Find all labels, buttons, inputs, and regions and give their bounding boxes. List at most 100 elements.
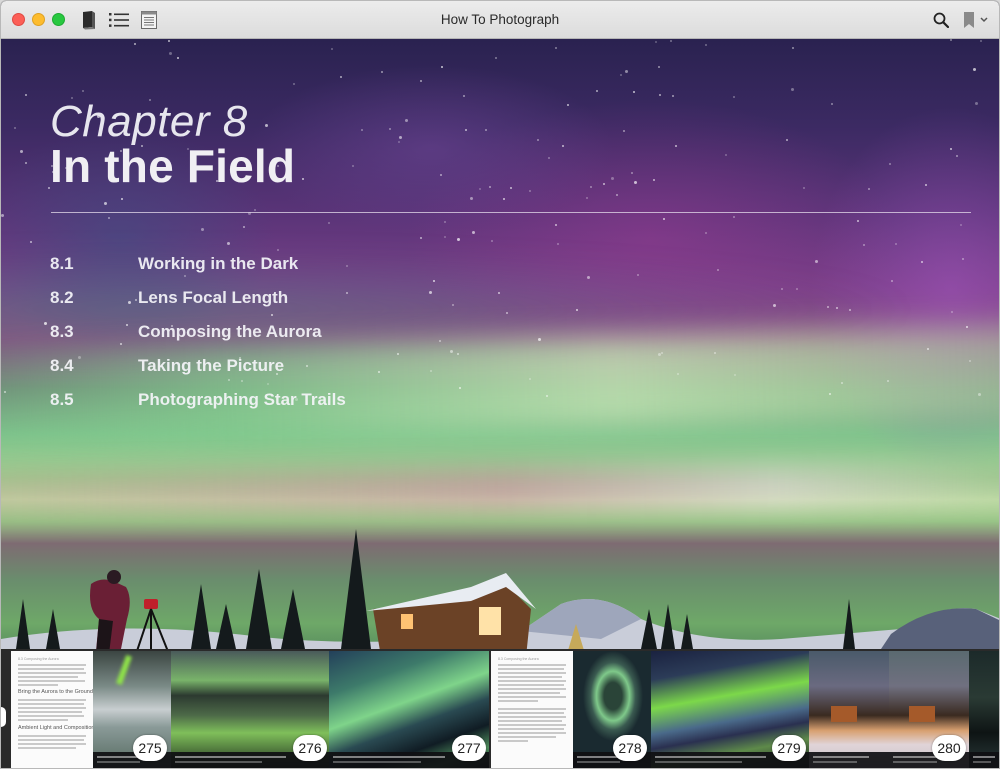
zoom-window-button[interactable] — [52, 13, 65, 26]
notes-button[interactable] — [139, 10, 159, 30]
star — [887, 380, 889, 382]
star — [672, 95, 674, 97]
star — [120, 343, 122, 345]
page-number-badge[interactable]: 277 — [452, 735, 486, 761]
book-icon — [83, 11, 95, 30]
star — [537, 139, 539, 141]
page-number-badge[interactable]: 279 — [772, 735, 806, 761]
thumbnail-text-page[interactable]: 8.3 Composing the Aurora Bring the Auror… — [11, 651, 93, 768]
star — [14, 127, 16, 129]
text-line — [498, 724, 566, 726]
text-line — [498, 728, 564, 730]
star — [863, 244, 865, 246]
close-window-button[interactable] — [12, 13, 25, 26]
star — [479, 188, 481, 190]
star — [786, 139, 788, 141]
text-line — [18, 664, 86, 666]
star — [868, 188, 870, 190]
star — [960, 224, 962, 226]
star — [227, 242, 230, 245]
thumbnail-text-page[interactable]: 8.3 Composing the Aurora — [491, 651, 573, 768]
search-button[interactable] — [931, 10, 951, 30]
text-line — [498, 684, 564, 686]
text-line — [18, 715, 84, 717]
star — [548, 157, 550, 159]
star — [134, 43, 136, 45]
star — [241, 380, 243, 382]
star — [733, 216, 735, 218]
chevron-down-icon — [980, 17, 988, 23]
library-button[interactable] — [80, 10, 98, 30]
star — [243, 226, 245, 228]
star — [962, 258, 964, 260]
star — [815, 260, 818, 263]
star — [925, 184, 927, 186]
star — [346, 292, 348, 294]
star — [670, 40, 672, 42]
star — [966, 326, 968, 328]
star — [20, 150, 23, 153]
star — [302, 178, 304, 180]
star — [637, 274, 639, 276]
star — [927, 348, 929, 350]
star — [472, 231, 475, 234]
section-number: 8.5 — [50, 390, 74, 409]
star — [555, 224, 557, 226]
star — [980, 40, 982, 42]
star — [399, 136, 402, 139]
star — [331, 48, 333, 50]
star — [4, 391, 6, 393]
text-line — [498, 668, 564, 670]
star — [293, 83, 295, 85]
star — [340, 76, 342, 78]
star — [603, 183, 605, 185]
text-line — [18, 719, 68, 721]
section-number: 8.3 — [50, 322, 74, 341]
minimize-window-button[interactable] — [32, 13, 45, 26]
chapter-title: In the Field — [50, 140, 296, 192]
text-line — [498, 692, 560, 694]
star — [25, 162, 27, 164]
page-number-badge[interactable]: 278 — [613, 735, 647, 761]
star — [975, 102, 978, 105]
page-number-badge[interactable]: 276 — [293, 735, 327, 761]
star — [557, 243, 559, 245]
strip-scroll-handle[interactable] — [1, 707, 6, 727]
star — [104, 202, 107, 205]
star — [921, 261, 923, 263]
star — [429, 291, 432, 294]
star — [498, 292, 500, 294]
text-line — [498, 740, 528, 742]
bookmark-menu-button[interactable] — [961, 10, 991, 30]
text-line — [498, 736, 556, 738]
star — [361, 129, 363, 131]
star — [495, 57, 497, 59]
landscape-silhouette — [1, 529, 999, 659]
star — [328, 222, 330, 224]
cabin-image — [831, 706, 857, 722]
text-line — [498, 716, 566, 718]
thumbnail-photo-page[interactable] — [809, 651, 889, 768]
star — [950, 148, 952, 150]
section-number: 8.2 — [50, 288, 74, 307]
star — [254, 209, 256, 211]
star — [623, 130, 625, 132]
star — [733, 96, 735, 98]
photo-caption — [969, 752, 999, 768]
star — [827, 306, 829, 308]
page-number-badge[interactable]: 280 — [932, 735, 966, 761]
search-icon — [933, 12, 949, 28]
star — [201, 228, 204, 231]
star — [378, 371, 380, 373]
star — [444, 236, 446, 238]
text-line — [18, 703, 84, 705]
table-of-contents-button[interactable] — [108, 10, 130, 30]
text-line — [18, 684, 58, 686]
page-number-badge[interactable]: 275 — [133, 735, 167, 761]
star — [567, 104, 569, 106]
star — [430, 370, 432, 372]
star — [587, 276, 590, 279]
star — [459, 387, 461, 389]
star — [44, 322, 47, 325]
thumbnail-photo-page[interactable] — [969, 651, 999, 768]
